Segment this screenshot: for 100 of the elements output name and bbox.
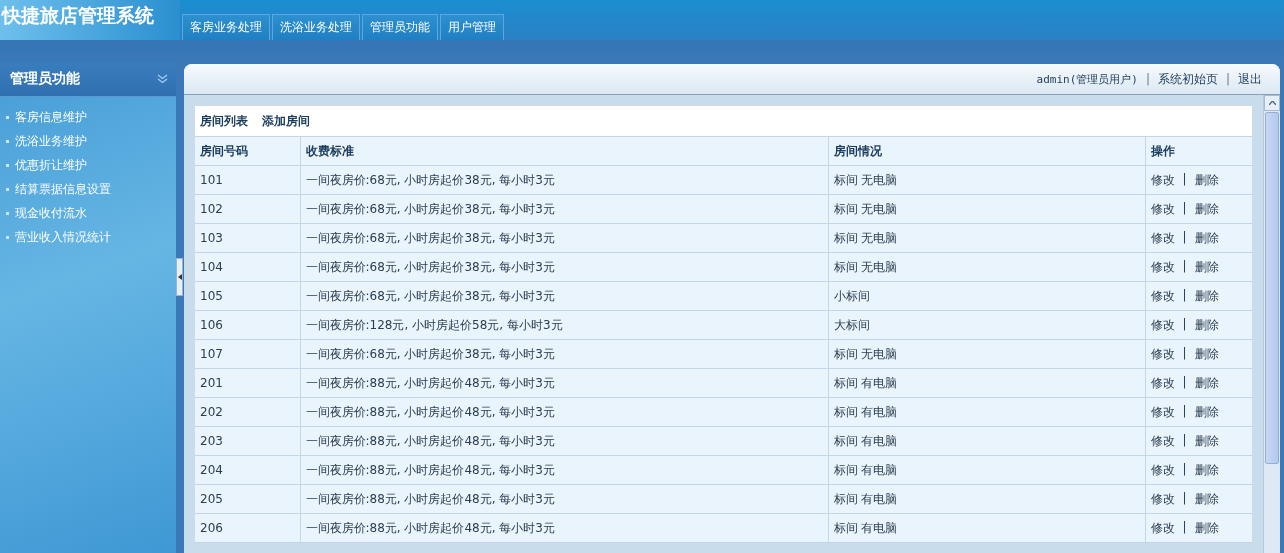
room-number-cell: 105 [195,281,300,311]
bullet-icon [6,235,9,239]
room-number-cell: 104 [195,252,300,282]
nav-tab[interactable]: 洗浴业务处理 [272,14,360,40]
separator: | [1224,72,1231,86]
room-status-cell: 标间 无电脑 [828,165,1145,195]
delete-link[interactable]: 删除 [1194,490,1219,508]
header-link[interactable]: 系统初始页 [1157,70,1218,88]
delete-link[interactable]: 删除 [1194,287,1219,305]
separator: | [1182,374,1187,391]
room-number-cell: 204 [195,455,300,485]
edit-link[interactable]: 修改 [1150,229,1175,247]
room-number-cell: 106 [195,310,300,340]
room-number-cell: 202 [195,397,300,427]
separator: | [1182,171,1187,188]
delete-link[interactable]: 删除 [1194,229,1219,247]
room-status-cell: 标间 无电脑 [828,194,1145,224]
nav-tab[interactable]: 管理员功能 [362,14,438,40]
bullet-icon [6,163,9,167]
room-number-cell: 101 [195,165,300,195]
room-status-cell: 标间 有电脑 [828,397,1145,427]
rate-cell: 一间夜房价:88元, 小时房起价48元, 每小时3元 [300,426,828,456]
sidebar-title: 管理员功能 [10,70,80,88]
room-number-cell: 103 [195,223,300,253]
scroll-up-button[interactable] [1264,95,1280,111]
edit-link[interactable]: 修改 [1150,287,1175,305]
column-header: 房间号码 [195,137,300,166]
column-header: 操作 [1145,137,1252,166]
separator: | [1182,200,1187,217]
nav-tab[interactable]: 客房业务处理 [182,14,270,40]
room-number-cell: 107 [195,339,300,369]
room-status-cell: 标间 无电脑 [828,339,1145,369]
separator: | [1182,258,1187,275]
room-status-cell: 标间 有电脑 [828,513,1145,543]
separator: | [1182,461,1187,478]
delete-link[interactable]: 删除 [1194,200,1219,218]
room-status-cell: 小标间 [828,281,1145,311]
sub-tab[interactable]: 添加房间 [262,112,310,130]
edit-link[interactable]: 修改 [1150,258,1175,276]
delete-link[interactable]: 删除 [1194,374,1219,392]
room-status-cell: 大标间 [828,310,1145,340]
separator: | [1144,72,1151,86]
bullet-icon [6,115,9,119]
edit-link[interactable]: 修改 [1150,490,1175,508]
scrollbar-thumb[interactable] [1265,112,1279,464]
edit-link[interactable]: 修改 [1150,345,1175,363]
edit-link[interactable]: 修改 [1150,519,1175,537]
room-status-cell: 标间 有电脑 [828,368,1145,398]
rate-cell: 一间夜房价:88元, 小时房起价48元, 每小时3元 [300,484,828,514]
room-number-cell: 203 [195,426,300,456]
delete-link[interactable]: 删除 [1194,403,1219,421]
room-number-cell: 205 [195,484,300,514]
separator: | [1182,316,1187,333]
bullet-icon [6,211,9,215]
rate-cell: 一间夜房价:88元, 小时房起价48元, 每小时3元 [300,455,828,485]
delete-link[interactable]: 删除 [1194,171,1219,189]
room-status-cell: 标间 有电脑 [828,455,1145,485]
edit-link[interactable]: 修改 [1150,374,1175,392]
edit-link[interactable]: 修改 [1150,316,1175,334]
rate-cell: 一间夜房价:88元, 小时房起价48元, 每小时3元 [300,397,828,427]
delete-link[interactable]: 删除 [1194,519,1219,537]
rate-cell: 一间夜房价:68元, 小时房起价38元, 每小时3元 [300,281,828,311]
bullet-icon [6,187,9,191]
rate-cell: 一间夜房价:68元, 小时房起价38元, 每小时3元 [300,165,828,195]
rate-cell: 一间夜房价:68元, 小时房起价38元, 每小时3元 [300,339,828,369]
caret-up-icon [1268,101,1276,105]
app-title: 快捷旅店管理系统 [0,0,180,40]
room-number-cell: 206 [195,513,300,543]
column-header: 收费标准 [300,137,828,166]
separator: | [1182,229,1187,246]
separator: | [1182,287,1187,304]
header-link[interactable]: 退出 [1238,70,1262,88]
edit-link[interactable]: 修改 [1150,432,1175,450]
delete-link[interactable]: 删除 [1194,432,1219,450]
separator: | [1182,403,1187,420]
delete-link[interactable]: 删除 [1194,258,1219,276]
edit-link[interactable]: 修改 [1150,171,1175,189]
sub-tab[interactable]: 房间列表 [200,112,248,130]
user-name: admin(管理员用户) [1036,71,1138,87]
separator: | [1182,519,1187,536]
delete-link[interactable]: 删除 [1194,461,1219,479]
rate-cell: 一间夜房价:88元, 小时房起价48元, 每小时3元 [300,368,828,398]
edit-link[interactable]: 修改 [1150,403,1175,421]
room-status-cell: 标间 有电脑 [828,484,1145,514]
edit-link[interactable]: 修改 [1150,200,1175,218]
delete-link[interactable]: 删除 [1194,316,1219,334]
room-number-cell: 201 [195,368,300,398]
delete-link[interactable]: 删除 [1194,345,1219,363]
collapse-handle[interactable] [176,258,183,296]
room-status-cell: 标间 无电脑 [828,252,1145,282]
nav-tab[interactable]: 用户管理 [440,14,504,40]
separator: | [1182,490,1187,507]
separator: | [1182,345,1187,362]
bullet-icon [6,139,9,143]
rate-cell: 一间夜房价:88元, 小时房起价48元, 每小时3元 [300,513,828,543]
edit-link[interactable]: 修改 [1150,461,1175,479]
column-header: 房间情况 [828,137,1145,166]
double-chevron-icon[interactable] [157,74,168,84]
room-status-cell: 标间 无电脑 [828,223,1145,253]
separator: | [1182,432,1187,449]
